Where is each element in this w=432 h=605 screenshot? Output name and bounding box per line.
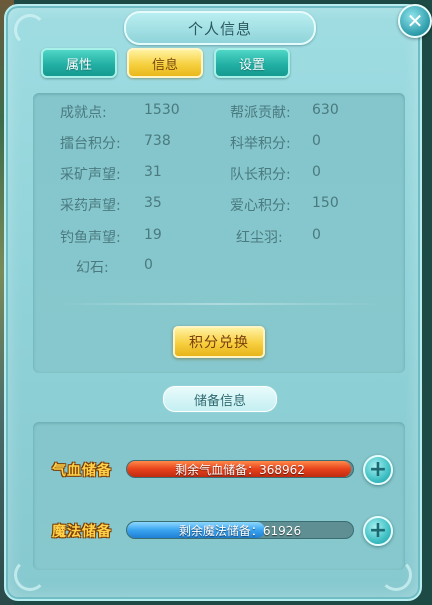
stat-value: 35 [144,195,162,211]
stat-value: 19 [144,227,162,243]
reserve-panel [33,422,405,570]
stat-guild-contribution: 帮派贡献: 630 [230,102,339,122]
stat-label: 队长积分: [230,167,291,183]
stat-value: 738 [144,133,171,149]
add-hp-reserve-button[interactable]: + [363,455,393,485]
stat-label: 爱心积分: [230,198,291,214]
stat-label: 成就点: [60,105,107,121]
window-title: 个人信息 [124,11,316,45]
mp-reserve-text: 剩余魔法储备：61926 [178,523,302,538]
stat-label: 钓鱼声望: [60,230,121,246]
stat-fishing-fame: 钓鱼声望: 19 [60,227,162,247]
points-exchange-button[interactable]: 积分兑换 [173,326,265,358]
stat-value: 0 [312,133,321,149]
stat-value: 31 [144,164,162,180]
stat-magic-stone: 幻石: 0 [76,257,153,277]
stat-label: 擂台积分: [60,136,121,152]
mp-reserve-bar: 剩余魔法储备：61926 [126,521,354,539]
corner-ornament [14,14,46,46]
stat-label: 帮派贡献: [230,105,291,121]
stat-label: 采药声望: [60,198,121,214]
stat-value: 0 [312,164,321,180]
hp-reserve-label: 气血储备 [52,463,112,479]
hp-reserve-bar: 剩余气血储备：368962 [126,460,354,478]
stat-mining-fame: 采矿声望: 31 [60,164,162,184]
stat-label: 红尘羽: [236,230,283,246]
stat-value: 1530 [144,102,180,118]
reserve-section-title: 储备信息 [163,386,277,412]
stat-captain-points: 队长积分: 0 [230,164,321,184]
stat-label: 幻石: [76,260,109,276]
stat-value: 630 [312,102,339,118]
divider [53,303,385,305]
stat-red-dust-feather: 红尘羽: 0 [236,227,321,247]
mp-reserve-label: 魔法储备 [52,524,112,540]
stat-value: 0 [144,257,153,273]
stat-exam-points: 科举积分: 0 [230,133,321,153]
add-mp-reserve-button[interactable]: + [363,516,393,546]
stat-label: 科举积分: [230,136,291,152]
stat-value: 0 [312,227,321,243]
tab-settings[interactable]: 设置 [214,48,290,78]
stat-arena-points: 擂台积分: 738 [60,133,171,153]
stat-value: 150 [312,195,339,211]
stat-herb-fame: 采药声望: 35 [60,195,162,215]
close-icon[interactable]: ✕ [398,4,432,38]
tab-info[interactable]: 信息 [127,48,203,78]
stat-label: 采矿声望: [60,167,121,183]
tab-attributes[interactable]: 属性 [41,48,117,78]
stat-love-points: 爱心积分: 150 [230,195,339,215]
hp-reserve-text: 剩余气血储备：368962 [175,462,305,477]
stat-achievement: 成就点: 1530 [60,102,180,122]
